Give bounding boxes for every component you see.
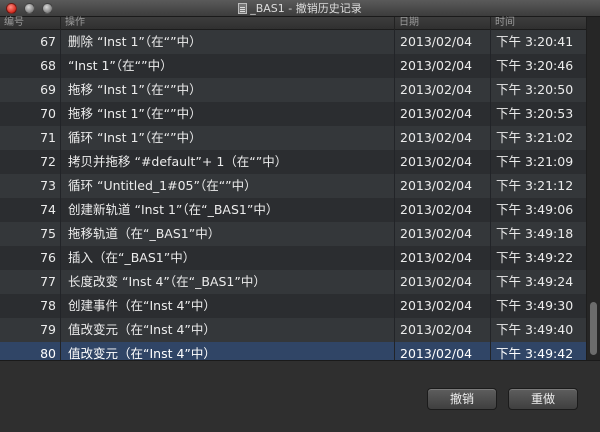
- row-date: 2013/02/04: [400, 154, 473, 169]
- table-row[interactable]: 74 创建新轨道 “Inst 1”（在“_BAS1”中） 2013/02/04 下午 …: [0, 198, 586, 222]
- row-number: 80: [40, 346, 56, 360]
- row-number: 72: [40, 154, 56, 169]
- row-operation: 拖移 “Inst 1”（在“”中）: [68, 82, 202, 97]
- scrollbar-thumb[interactable]: [590, 302, 597, 355]
- table-row[interactable]: 73 循环 “Untitled_1#05”（在“”中） 2013/02/04 下午 3…: [0, 174, 586, 198]
- row-operation: 拖移 “Inst 1”（在“”中）: [68, 106, 202, 121]
- table-row[interactable]: 75 拖移轨道（在“_BAS1”中） 2013/02/04 下午 3:49:18: [0, 222, 586, 246]
- row-time: 下午 3:49:18: [496, 226, 574, 241]
- window-title-container: _BAS1 - 撤销历史记录: [0, 1, 600, 16]
- row-operation: 创建事件（在“Inst 4”中）: [68, 298, 216, 313]
- row-number: 70: [40, 106, 56, 121]
- row-time: 下午 3:21:02: [496, 130, 574, 145]
- column-header: 编号 操作 日期 时间: [0, 17, 586, 30]
- undo-button[interactable]: 撤销: [427, 388, 497, 410]
- row-number: 73: [40, 178, 56, 193]
- column-header-time[interactable]: 时间: [490, 17, 586, 30]
- row-number: 75: [40, 226, 56, 241]
- row-date: 2013/02/04: [400, 346, 473, 360]
- row-operation: 值改变元（在“Inst 4”中）: [68, 346, 216, 360]
- row-time: 下午 3:49:24: [496, 274, 574, 289]
- column-header-date[interactable]: 日期: [394, 17, 490, 30]
- table-row[interactable]: 79 值改变元（在“Inst 4”中） 2013/02/04 下午 3:49:40: [0, 318, 586, 342]
- row-date: 2013/02/04: [400, 106, 473, 121]
- row-time: 下午 3:20:46: [496, 58, 574, 73]
- table-row[interactable]: 69 拖移 “Inst 1”（在“”中） 2013/02/04 下午 3:20:50: [0, 78, 586, 102]
- row-operation: 值改变元（在“Inst 4”中）: [68, 322, 216, 337]
- history-list[interactable]: 67 删除 “Inst 1”（在“”中） 2013/02/04 下午 3:20:41 6…: [0, 30, 586, 360]
- table-row[interactable]: 77 长度改变 “Inst 4”（在“_BAS1”中） 2013/02/04 下午 3…: [0, 270, 586, 294]
- row-operation: 拷贝并拖移 “#default”+ 1（在“”中）: [68, 154, 288, 169]
- row-operation: 拖移轨道（在“_BAS1”中）: [68, 226, 221, 241]
- row-date: 2013/02/04: [400, 298, 473, 313]
- row-number: 71: [40, 130, 56, 145]
- table-row[interactable]: 80 值改变元（在“Inst 4”中） 2013/02/04 下午 3:49:42: [0, 342, 586, 360]
- row-date: 2013/02/04: [400, 130, 473, 145]
- row-time: 下午 3:20:53: [496, 106, 574, 121]
- row-time: 下午 3:20:41: [496, 34, 574, 49]
- row-time: 下午 3:20:50: [496, 82, 574, 97]
- row-time: 下午 3:49:06: [496, 202, 574, 217]
- table-row[interactable]: 78 创建事件（在“Inst 4”中） 2013/02/04 下午 3:49:30: [0, 294, 586, 318]
- row-operation: 创建新轨道 “Inst 1”（在“_BAS1”中）: [68, 202, 279, 217]
- row-number: 69: [40, 82, 56, 97]
- table-row[interactable]: 72 拷贝并拖移 “#default”+ 1（在“”中） 2013/02/04 下午 …: [0, 150, 586, 174]
- title-bar: _BAS1 - 撤销历史记录: [0, 0, 600, 17]
- row-operation: “Inst 1”（在“”中）: [68, 58, 173, 73]
- row-time: 下午 3:49:42: [496, 346, 574, 360]
- row-date: 2013/02/04: [400, 82, 473, 97]
- table-row[interactable]: 71 循环 “Inst 1”（在“”中） 2013/02/04 下午 3:21:02: [0, 126, 586, 150]
- row-time: 下午 3:49:40: [496, 322, 574, 337]
- column-header-number[interactable]: 编号: [0, 17, 60, 30]
- window-title: _BAS1 - 撤销历史记录: [250, 2, 362, 15]
- row-number: 68: [40, 58, 56, 73]
- document-icon: [238, 3, 248, 14]
- redo-button[interactable]: 重做: [508, 388, 578, 410]
- column-separator: [60, 30, 61, 360]
- table-row[interactable]: 67 删除 “Inst 1”（在“”中） 2013/02/04 下午 3:20:41: [0, 30, 586, 54]
- column-separator: [490, 30, 491, 360]
- row-number: 67: [40, 34, 56, 49]
- row-date: 2013/02/04: [400, 274, 473, 289]
- row-time: 下午 3:21:12: [496, 178, 574, 193]
- row-date: 2013/02/04: [400, 34, 473, 49]
- row-operation: 长度改变 “Inst 4”（在“_BAS1”中）: [68, 274, 266, 289]
- footer-bar: 撤销 重做: [0, 361, 600, 432]
- row-date: 2013/02/04: [400, 250, 473, 265]
- row-time: 下午 3:49:22: [496, 250, 574, 265]
- table-row[interactable]: 76 插入（在“_BAS1”中） 2013/02/04 下午 3:49:22: [0, 246, 586, 270]
- table-row[interactable]: 68 “Inst 1”（在“”中） 2013/02/04 下午 3:20:46: [0, 54, 586, 78]
- row-number: 79: [40, 322, 56, 337]
- row-date: 2013/02/04: [400, 58, 473, 73]
- row-operation: 循环 “Untitled_1#05”（在“”中）: [68, 178, 257, 193]
- row-number: 78: [40, 298, 56, 313]
- column-header-operation[interactable]: 操作: [60, 17, 394, 30]
- row-number: 76: [40, 250, 56, 265]
- column-separator: [394, 30, 395, 360]
- row-time: 下午 3:49:30: [496, 298, 574, 313]
- row-date: 2013/02/04: [400, 202, 473, 217]
- row-operation: 插入（在“_BAS1”中）: [68, 250, 196, 265]
- row-time: 下午 3:21:09: [496, 154, 574, 169]
- row-date: 2013/02/04: [400, 226, 473, 241]
- row-operation: 删除 “Inst 1”（在“”中）: [68, 34, 202, 49]
- row-date: 2013/02/04: [400, 178, 473, 193]
- table-row[interactable]: 70 拖移 “Inst 1”（在“”中） 2013/02/04 下午 3:20:53: [0, 102, 586, 126]
- row-number: 74: [40, 202, 56, 217]
- row-operation: 循环 “Inst 1”（在“”中）: [68, 130, 202, 145]
- row-number: 77: [40, 274, 56, 289]
- row-date: 2013/02/04: [400, 322, 473, 337]
- vertical-scrollbar[interactable]: [586, 17, 600, 360]
